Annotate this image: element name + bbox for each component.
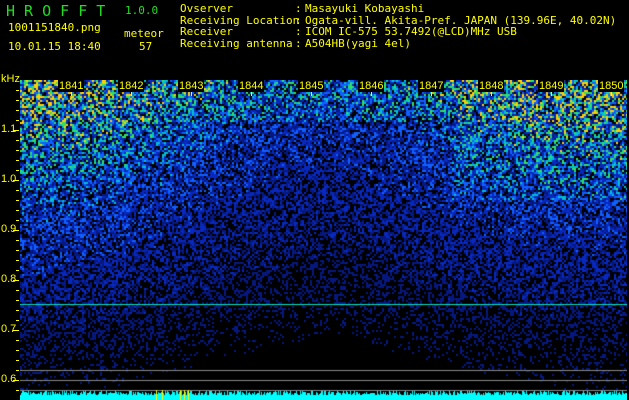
time-label: 1850	[598, 80, 625, 92]
y-tick-label: 0.7	[1, 323, 17, 335]
y-unit-label: kHz	[1, 73, 20, 85]
y-tick-mark	[16, 120, 19, 121]
app-version: 1.0.0	[125, 4, 159, 17]
time-label: 1846	[358, 80, 385, 92]
time-tick	[431, 92, 432, 96]
datetime: 10.01.15 18:40	[8, 40, 101, 53]
time-label: 1842	[118, 80, 145, 92]
y-tick-mark	[16, 260, 19, 261]
y-tick-mark	[13, 380, 19, 381]
info-value: A504HB(yagi 4el)	[305, 36, 411, 50]
y-tick-mark	[13, 130, 19, 131]
y-tick-mark	[16, 290, 19, 291]
y-tick-mark	[16, 100, 19, 101]
y-tick-label: 1.1	[1, 123, 17, 135]
y-tick-mark	[13, 180, 19, 181]
y-tick-mark	[16, 350, 19, 351]
y-tick-mark	[13, 280, 19, 281]
spectrogram	[20, 80, 627, 400]
y-tick-label: 0.8	[1, 273, 17, 285]
time-tick	[371, 92, 372, 96]
y-tick-mark	[16, 250, 19, 251]
y-tick-mark	[16, 210, 19, 211]
time-tick	[251, 92, 252, 96]
y-tick-label: 1.0	[1, 173, 17, 185]
y-tick-mark	[13, 230, 19, 231]
time-label: 1849	[538, 80, 565, 92]
time-tick	[311, 92, 312, 96]
time-label: 1844	[238, 80, 265, 92]
y-tick-mark	[16, 370, 19, 371]
y-tick-mark	[16, 200, 19, 201]
mode-label: meteor	[124, 27, 164, 40]
time-tick	[71, 92, 72, 96]
y-tick-mark	[16, 300, 19, 301]
y-tick-mark	[16, 220, 19, 221]
info-label: Receiving antenna	[180, 36, 293, 50]
y-tick-mark	[16, 150, 19, 151]
time-tick	[551, 92, 552, 96]
filename: 1001151840.png	[8, 21, 101, 34]
y-tick-mark	[16, 140, 19, 141]
y-tick-mark	[16, 390, 19, 391]
y-tick-mark	[16, 360, 19, 361]
time-tick	[491, 92, 492, 96]
time-label: 1843	[178, 80, 205, 92]
time-label: 1845	[298, 80, 325, 92]
y-tick-mark	[16, 270, 19, 271]
time-tick	[131, 92, 132, 96]
info-separator: :	[295, 36, 302, 50]
y-tick-mark	[16, 170, 19, 171]
y-tick-mark	[16, 90, 19, 91]
time-tick	[611, 92, 612, 96]
y-tick-mark	[16, 160, 19, 161]
meteor-count: 57	[139, 40, 153, 53]
y-tick-mark	[16, 240, 19, 241]
y-tick-mark	[16, 320, 19, 321]
y-tick-label: 0.9	[1, 223, 17, 235]
time-label: 1847	[418, 80, 445, 92]
time-label: 1841	[58, 80, 85, 92]
app-title: H R O F F T	[6, 2, 106, 20]
y-tick-mark	[16, 110, 19, 111]
time-label: 1848	[478, 80, 505, 92]
time-tick	[191, 92, 192, 96]
y-tick-mark	[16, 340, 19, 341]
y-tick-mark	[16, 310, 19, 311]
y-tick-mark	[16, 190, 19, 191]
y-tick-label: 0.6	[1, 373, 17, 385]
y-tick-mark	[13, 330, 19, 331]
